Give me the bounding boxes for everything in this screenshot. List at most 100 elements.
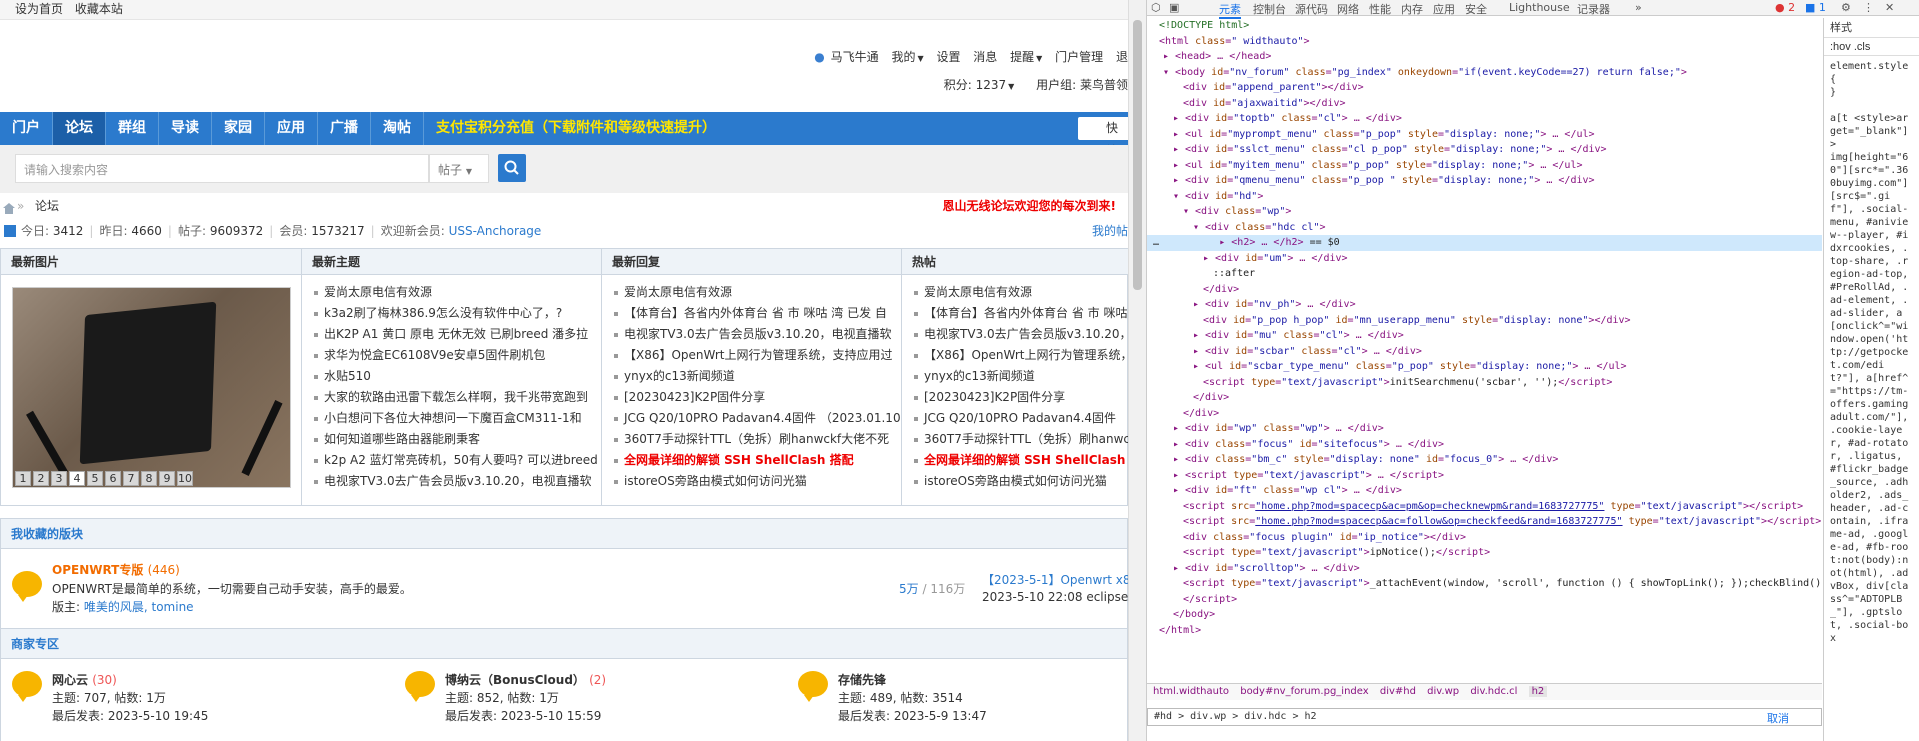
business-forum-link[interactable]: 存储先锋 <box>838 671 886 688</box>
nav-groups[interactable]: 群组 <box>106 112 159 145</box>
list-item[interactable]: 【X86】OpenWrt上网行为管理系统，支持应用过 <box>614 345 901 366</box>
picture-page-7[interactable]: 7 <box>123 471 139 486</box>
list-item[interactable]: 如何知道哪些路由器能刷秉客 <box>314 429 601 450</box>
picture-page-1[interactable]: 1 <box>15 471 31 486</box>
user-menu-portal-admin[interactable]: 门户管理 <box>1055 50 1103 64</box>
list-item[interactable]: 电视家TV3.0去广告会员版v3.10.20，电视直播软 <box>614 324 901 345</box>
dom-crumb[interactable]: h2 <box>1528 686 1548 697</box>
picture-page-5[interactable]: 5 <box>87 471 103 486</box>
list-item[interactable]: 水贴510 <box>314 366 601 387</box>
list-item[interactable]: 【体育台】各省内外体育台 省 市 咪咕 湾 已发 自 <box>914 303 1128 324</box>
list-item[interactable]: JCG Q20/10PRO Padavan4.4固件 （202 <box>914 408 1128 429</box>
list-item[interactable]: ynyx的c13新闻频道 <box>614 366 901 387</box>
list-item[interactable]: 【体育台】各省内外体育台 省 市 咪咕 湾 已发 自 <box>614 303 901 324</box>
inspect-icon[interactable]: ⬡ <box>1151 1 1161 14</box>
styles-tab[interactable]: 样式 <box>1824 18 1919 38</box>
list-item[interactable]: JCG Q20/10PRO Padavan4.4固件 （2023.01.10更 <box>614 408 901 429</box>
list-item[interactable]: 爱尚太原电信有效源 <box>914 282 1128 303</box>
list-item[interactable]: istoreOS旁路由模式如何访问光猫 <box>614 471 901 492</box>
picture-page-3[interactable]: 3 <box>51 471 67 486</box>
list-item[interactable]: 全网最详细的解锁 SSH ShellClash 搭配 <box>914 450 1128 471</box>
search-type-select[interactable]: 帖子 ▼ <box>429 154 489 183</box>
business-forum-link[interactable]: 博纳云（BonusCloud） (2) <box>445 671 606 688</box>
list-item[interactable]: 【X86】OpenWrt上网行为管理系统，支 <box>914 345 1128 366</box>
tab-console[interactable]: 控制台 <box>1253 1 1286 17</box>
list-item[interactable]: 爱尚太原电信有效源 <box>614 282 901 303</box>
forum-last-post-link[interactable]: 【2023-5-1】Openwrt x86更 <box>982 571 1128 588</box>
scrollbar-thumb[interactable] <box>1133 20 1142 290</box>
picture-page-8[interactable]: 8 <box>141 471 157 486</box>
user-group[interactable]: 用户组: 莱鸟普领 <box>1036 78 1128 92</box>
featured-picture[interactable] <box>12 287 291 488</box>
picture-page-10[interactable]: 10 <box>177 471 193 486</box>
list-item[interactable]: 出K2P A1 黄口 原电 无休无效 已刷breed 潘多拉 <box>314 324 601 345</box>
picture-page-2[interactable]: 2 <box>33 471 49 486</box>
list-item[interactable]: 全网最详细的解锁 SSH ShellClash 搭配 <box>614 450 901 471</box>
page-scrollbar[interactable] <box>1128 0 1146 741</box>
search-button[interactable] <box>498 154 526 182</box>
picture-page-6[interactable]: 6 <box>105 471 121 486</box>
tab-network[interactable]: 网络 <box>1337 1 1359 17</box>
user-menu-logout[interactable]: 退 <box>1116 50 1128 64</box>
set-homepage-link[interactable]: 设为首页 <box>15 2 63 16</box>
user-menu-my[interactable]: 我的 ▼ <box>891 50 923 64</box>
my-posts-link[interactable]: 我的帖 <box>1092 222 1128 240</box>
nav-home[interactable]: 家园 <box>212 112 265 145</box>
nav-apps[interactable]: 应用 <box>265 112 318 145</box>
forum-link[interactable]: OPENWRT专版 (446) <box>52 561 180 578</box>
business-forum-link[interactable]: 网心云 (30) <box>52 671 117 688</box>
moderator-links[interactable]: 唯美的风晨, tomine <box>84 600 194 614</box>
list-item[interactable]: 电视家TV3.0去广告会员版v3.10.20，电视直播软 <box>314 471 601 492</box>
dom-crumb[interactable]: div.hdc.cl <box>1470 686 1517 697</box>
tab-recorder[interactable]: 记录器 <box>1577 1 1610 17</box>
dom-crumb[interactable]: html.widthauto <box>1153 686 1229 697</box>
bookmark-link[interactable]: 收藏本站 <box>75 2 123 16</box>
list-item[interactable]: 求华为悦盒EC6108V9e安卓5固件刷机包 <box>314 345 601 366</box>
device-toggle-icon[interactable]: ▣ <box>1169 1 1179 14</box>
tab-sources[interactable]: 源代码 <box>1295 1 1328 17</box>
user-menu-reminders[interactable]: 提醒 ▼ <box>1010 50 1042 64</box>
dom-crumb[interactable]: body#nv_forum.pg_index <box>1240 686 1368 697</box>
new-member-link[interactable]: USS-Anchorage <box>449 224 542 238</box>
nav-taotie[interactable]: 淘帖 <box>371 112 424 145</box>
home-icon[interactable] <box>3 200 15 220</box>
dom-tree[interactable]: <!DOCTYPE html> <html class=" widthauto"… <box>1147 18 1822 678</box>
search-input[interactable]: 请输入搜索内容 <box>15 154 429 183</box>
list-item[interactable]: [20230423]K2P固件分享 <box>914 387 1128 408</box>
nav-forum[interactable]: 论坛 <box>53 112 106 145</box>
list-item[interactable]: 小白想问下各位大神想问一下魔百盒CM311-1和 <box>314 408 601 429</box>
list-item[interactable]: 爱尚太原电信有效源 <box>314 282 601 303</box>
nav-guide[interactable]: 导读 <box>159 112 212 145</box>
close-icon[interactable]: ✕ <box>1885 1 1894 14</box>
dom-search-input[interactable]: #hd > div.wp > div.hdc > h2 <box>1147 708 1822 726</box>
list-item[interactable]: 大家的软路由迅雷下载怎么样啊，我千兆带宽跑到 <box>314 387 601 408</box>
tab-lighthouse[interactable]: Lighthouse <box>1509 1 1570 14</box>
cancel-button[interactable]: 取消 <box>1767 710 1789 726</box>
tab-elements[interactable]: 元素 <box>1219 1 1241 19</box>
breadcrumb-current[interactable]: 论坛 <box>35 196 59 216</box>
user-menu-settings[interactable]: 设置 <box>936 50 960 64</box>
list-item[interactable]: 360T7手动探针TTL（免拆）刷hanwckf大佬不死 <box>614 429 901 450</box>
error-badge[interactable]: ● 2 <box>1775 1 1795 14</box>
dom-crumb[interactable]: div#hd <box>1380 686 1416 697</box>
more-tabs-icon[interactable]: » <box>1635 1 1642 14</box>
points-link[interactable]: 积分: 1237 ▼ <box>944 78 1015 92</box>
list-item[interactable]: istoreOS旁路由模式如何访问光猫 <box>914 471 1128 492</box>
list-item[interactable]: 360T7手动探针TTL（免拆）刷hanwckf大 <box>914 429 1128 450</box>
list-item[interactable]: 电视家TV3.0去广告会员版v3.10.20，电 <box>914 324 1128 345</box>
user-menu-messages[interactable]: 消息 <box>973 50 997 64</box>
dom-crumb[interactable]: div.wp <box>1427 686 1459 697</box>
kebab-menu-icon[interactable]: ⋮ <box>1863 1 1874 14</box>
gear-icon[interactable]: ⚙ <box>1841 1 1851 14</box>
tab-performance[interactable]: 性能 <box>1369 1 1391 17</box>
styles-filter[interactable]: :hov .cls <box>1824 38 1919 56</box>
list-item[interactable]: k3a2刷了梅林386.9怎么没有软件中心了，? <box>314 303 601 324</box>
username-link[interactable]: 马飞牛通 <box>831 50 879 64</box>
tab-security[interactable]: 安全 <box>1465 1 1487 17</box>
message-badge[interactable]: ■ 1 <box>1805 1 1826 14</box>
nav-broadcast[interactable]: 广播 <box>318 112 371 145</box>
picture-page-9[interactable]: 9 <box>159 471 175 486</box>
list-item[interactable]: ynyx的c13新闻频道 <box>914 366 1128 387</box>
list-item[interactable]: [20230423]K2P固件分享 <box>614 387 901 408</box>
tab-memory[interactable]: 内存 <box>1401 1 1423 17</box>
